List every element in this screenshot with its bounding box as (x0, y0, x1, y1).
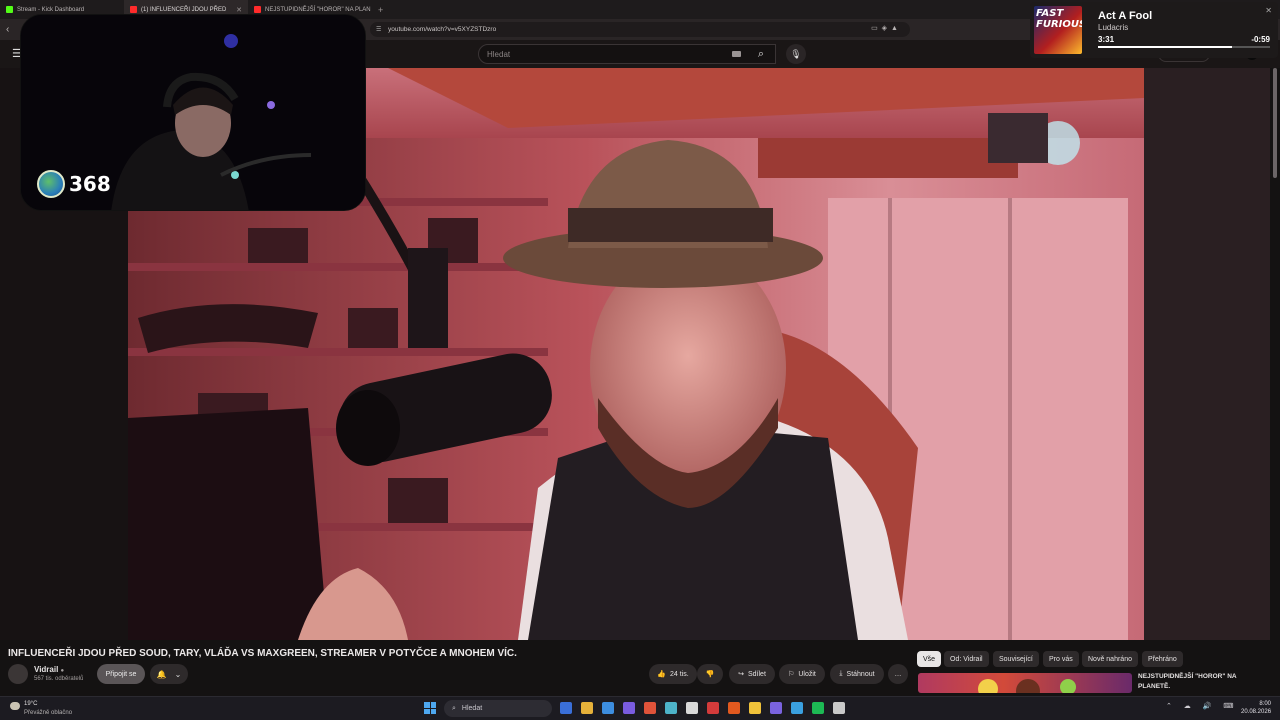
dislike-button[interactable]: 👎 (697, 664, 723, 684)
right-ambient-panel (1144, 68, 1270, 640)
save-button[interactable]: ⚐ Uložit (779, 664, 825, 684)
microphone-icon: 🎙 (790, 48, 802, 59)
site-info-icon[interactable]: ☰ (376, 26, 381, 33)
time-remaining: -0:59 (1251, 35, 1270, 44)
song-progress-fill (1098, 46, 1233, 48)
weather-temp: 19°C (24, 701, 38, 707)
chip-watched[interactable]: Přehráno (1142, 651, 1183, 667)
taskbar-app-icon[interactable] (602, 702, 614, 714)
subscriber-count: 567 tis. odběratelů (34, 676, 84, 682)
share-button[interactable]: ↪ Sdílet (729, 664, 775, 684)
thumbnail-art (978, 679, 1076, 693)
download-icon: ⤓ (839, 670, 843, 677)
youtube-favicon-icon (254, 6, 261, 13)
clock-date: 20.08.2026 (1241, 709, 1272, 715)
channel-name[interactable]: Vidrail ● (34, 665, 64, 674)
tab-label: (1) INFLUENCEŘI JDOU PŘED (141, 6, 227, 13)
viewer-count: 368 (69, 172, 111, 196)
download-label: Stáhnout (846, 670, 875, 678)
webcam-overlay: 368 (20, 14, 366, 211)
download-button[interactable]: ⤓ Stáhnout (830, 664, 884, 684)
taskbar-app-icon[interactable] (812, 702, 824, 714)
bell-icon: 🔔 (156, 669, 167, 679)
page-scrollbar[interactable] (1273, 68, 1277, 178)
chip-for-you[interactable]: Pro vás (1043, 651, 1079, 667)
channel-avatar[interactable] (8, 664, 28, 684)
search-icon: ⌕ (452, 704, 456, 712)
recommended-title[interactable]: NEJSTUPIDNĚJŠÍ "HOROR" NA PLANETĚ. (1138, 672, 1258, 692)
taskbar-app-icon[interactable] (560, 702, 572, 714)
chip-related[interactable]: Související (993, 651, 1039, 667)
more-icon: … (894, 670, 902, 678)
system-tray-icons[interactable]: ⌃ ☁ 🔊 ⌨ (1166, 702, 1239, 710)
time-elapsed: 3:31 (1098, 35, 1115, 44)
taskbar-app-icon[interactable] (665, 702, 677, 714)
taskbar-app-icon[interactable] (728, 702, 740, 714)
search-button[interactable]: ⌕ (746, 44, 776, 64)
taskbar-app-icon[interactable] (707, 702, 719, 714)
more-actions-button[interactable]: … (888, 664, 908, 684)
tab-label: Stream - Kick Dashboard (17, 6, 85, 13)
youtube-favicon-icon (130, 6, 137, 13)
viewer-counter: 368 (37, 170, 111, 198)
close-icon[interactable]: ✕ (1265, 6, 1272, 15)
taskbar-app-icon[interactable] (623, 702, 635, 714)
song-artist: Ludacris (1098, 23, 1129, 32)
search-icon: ⌕ (757, 47, 765, 60)
song-progress-bar[interactable] (1098, 46, 1270, 48)
tab-label: NEJSTUPIDNĚJŠÍ "HOROR" NA PLAN (265, 6, 371, 13)
voice-search-button[interactable]: 🎙 (786, 44, 806, 64)
join-button[interactable]: Připojit se (97, 664, 145, 684)
bookmark-icon: ⚐ (788, 671, 795, 678)
share-icon: ↪ (738, 671, 744, 678)
like-count: 24 tis. (670, 670, 689, 678)
recommended-thumbnail[interactable] (918, 673, 1132, 693)
kick-favicon-icon (6, 6, 13, 13)
chevron-down-icon: ⌄ (174, 669, 182, 679)
weather-desc: Převážně oblačno (24, 710, 73, 716)
taskbar-app-icon[interactable] (686, 702, 698, 714)
thumbs-down-icon: 👎 (705, 671, 715, 678)
album-art-label: FAST FURIOUS (1036, 8, 1082, 30)
globe-icon (37, 170, 65, 198)
url-field[interactable]: ☰ youtube.com/watch?v=v5XYZSTDzro ▭◈▲ (370, 22, 910, 37)
search-placeholder: Hledat (487, 49, 511, 59)
new-tab-button[interactable]: + (372, 5, 389, 15)
windows-start-icon[interactable] (424, 702, 436, 714)
taskbar-app-icon[interactable] (644, 702, 656, 714)
cloud-icon (10, 702, 20, 710)
close-tab-icon[interactable]: ✕ (236, 6, 242, 14)
clock-time: 8:00 (1259, 701, 1271, 707)
url-text: youtube.com/watch?v=v5XYZSTDzro (388, 26, 497, 33)
chip-newly-uploaded[interactable]: Nově nahráno (1082, 651, 1138, 667)
song-title: Act A Fool (1098, 10, 1153, 22)
save-label: Uložit (798, 670, 816, 678)
extension-icons[interactable]: ▭◈▲ (871, 24, 902, 32)
taskbar-app-icon[interactable] (770, 702, 782, 714)
share-label: Sdílet (747, 670, 766, 678)
taskbar-app-icon[interactable] (791, 702, 803, 714)
taskbar-app-icon[interactable] (833, 702, 845, 714)
taskbar-search-label: Hledat (461, 705, 483, 712)
now-playing-widget: FAST FURIOUS Act A Fool Ludacris 3:31 -0… (1030, 2, 1278, 58)
clock[interactable]: 8:00 20.08.2026 (1241, 700, 1271, 716)
keyboard-icon[interactable] (732, 51, 741, 57)
video-title: INFLUENCEŘI JDOU PŘED SOUD, TARY, VLÁĎA … (8, 648, 517, 659)
verified-badge-icon: ● (60, 668, 65, 674)
album-art: FAST FURIOUS (1034, 6, 1082, 54)
like-button[interactable]: 👍 24 tis. (649, 664, 697, 684)
chip-all[interactable]: Vše (917, 651, 942, 667)
back-arrow-icon[interactable]: ‹ (6, 24, 9, 35)
channel-name-text: Vidrail (34, 665, 59, 674)
thumbs-up-icon: 👍 (657, 671, 667, 678)
os-taskbar: 19°C Převážně oblačno ⌕ Hledat ⌃ ☁ 🔊 ⌨ 8:… (0, 696, 1280, 720)
taskbar-app-icon[interactable] (581, 702, 593, 714)
taskbar-app-icon[interactable] (749, 702, 761, 714)
chip-from-channel[interactable]: Od: Vidrail (944, 651, 989, 667)
taskbar-search[interactable]: ⌕ Hledat (444, 700, 552, 717)
notification-bell-button[interactable]: 🔔 ⌄ (150, 664, 188, 684)
